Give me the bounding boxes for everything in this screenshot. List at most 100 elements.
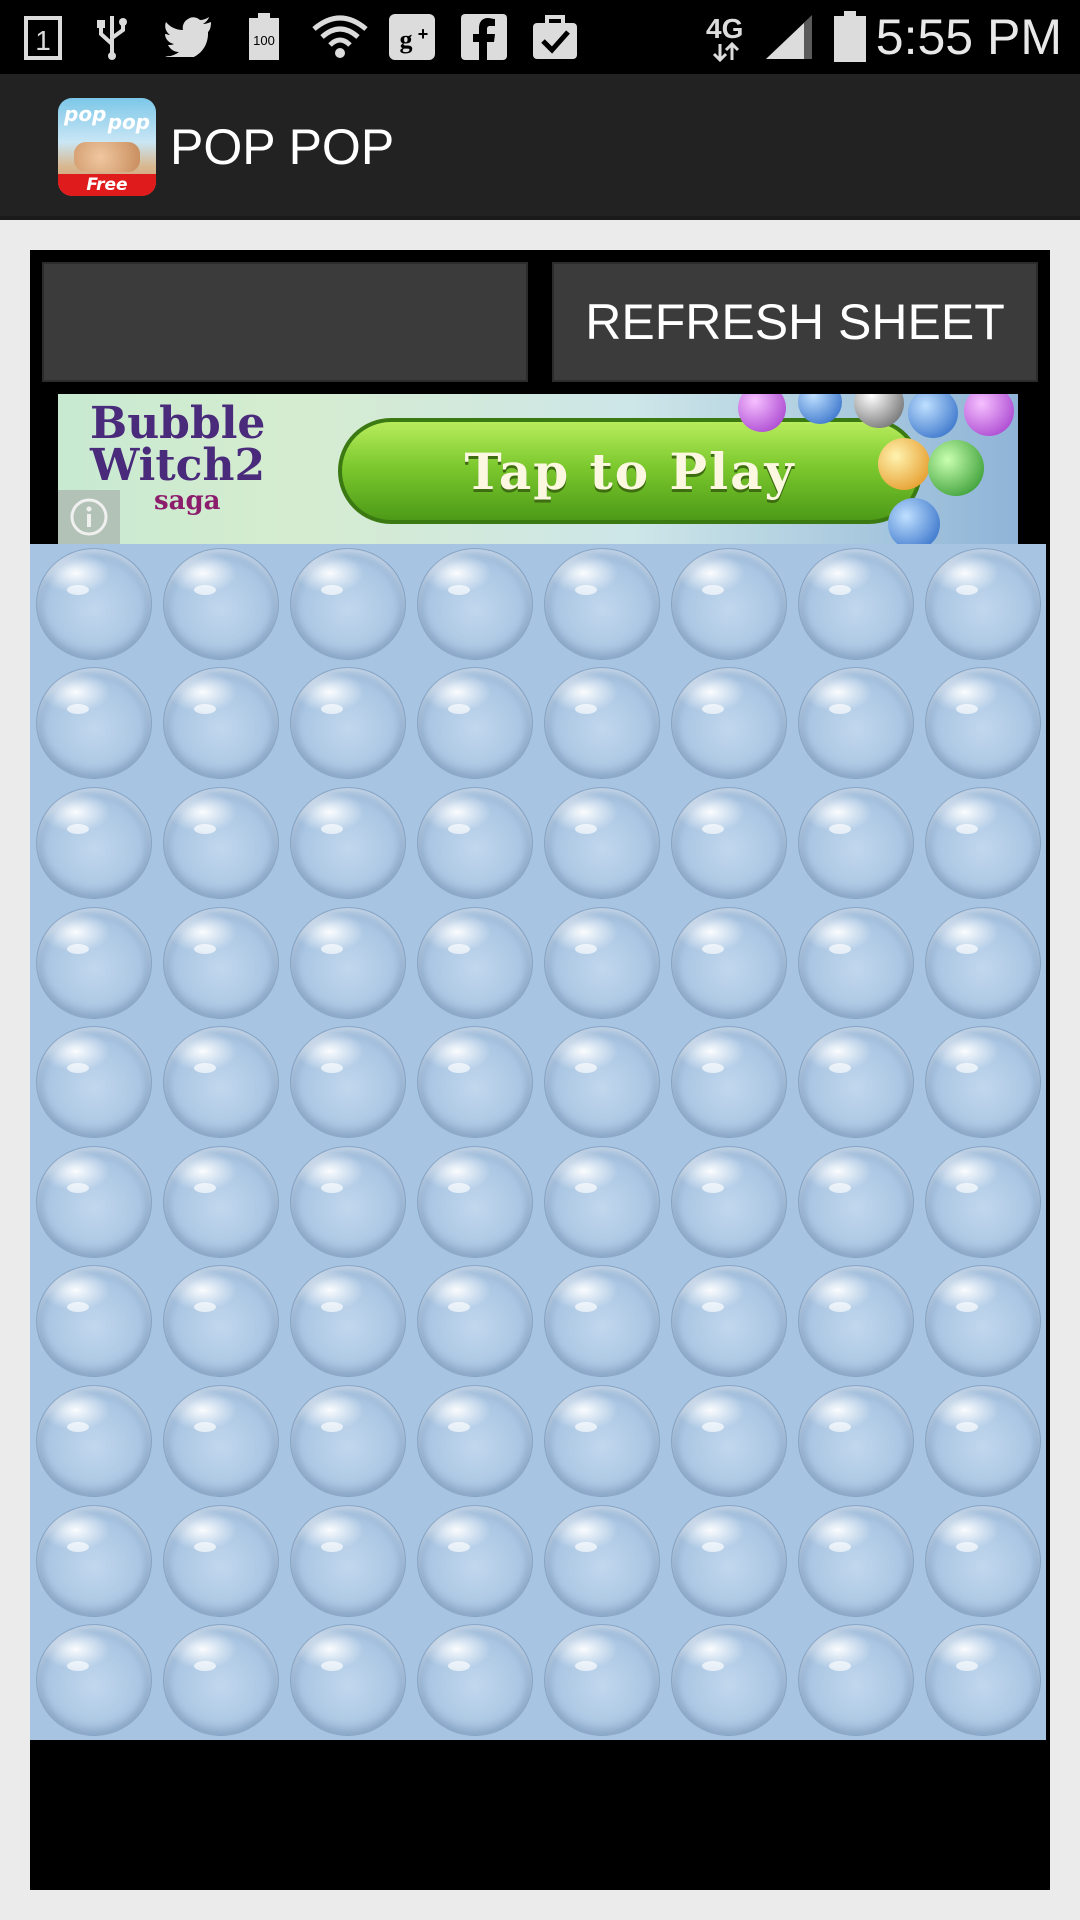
bubble[interactable] — [30, 1022, 157, 1142]
app-icon[interactable]: pop pop Free — [58, 98, 156, 196]
bubble[interactable] — [157, 1381, 284, 1501]
bubble[interactable] — [284, 1501, 411, 1621]
bubble[interactable] — [30, 544, 157, 664]
bubble-orb — [289, 547, 406, 660]
bubble[interactable] — [919, 1142, 1046, 1262]
bubble[interactable] — [30, 1262, 157, 1382]
bubble[interactable] — [284, 544, 411, 664]
bubble[interactable] — [411, 664, 538, 784]
bubble[interactable] — [792, 1620, 919, 1740]
bubble[interactable] — [538, 1501, 665, 1621]
ad-tap-to-play-button[interactable]: Tap to Play — [338, 418, 922, 524]
bubble[interactable] — [919, 544, 1046, 664]
bubble[interactable] — [411, 544, 538, 664]
bubble[interactable] — [284, 1262, 411, 1382]
bubble[interactable] — [792, 1022, 919, 1142]
bubble[interactable] — [284, 1022, 411, 1142]
bubble[interactable] — [157, 1501, 284, 1621]
bubble[interactable] — [411, 1501, 538, 1621]
bubble[interactable] — [919, 1501, 1046, 1621]
bubble[interactable] — [30, 1142, 157, 1262]
action-bar: pop pop Free POP POP — [0, 74, 1080, 220]
bubble[interactable] — [665, 1022, 792, 1142]
bubble[interactable] — [157, 664, 284, 784]
bubble-orb — [797, 1384, 914, 1497]
bubble[interactable] — [284, 1142, 411, 1262]
ad-banner[interactable]: Bubble Witch2 saga Tap to Play — [58, 394, 1018, 544]
bubble[interactable] — [284, 664, 411, 784]
bubble[interactable] — [919, 783, 1046, 903]
bubble[interactable] — [538, 544, 665, 664]
bubble[interactable] — [919, 664, 1046, 784]
bubble[interactable] — [284, 783, 411, 903]
bubble[interactable] — [538, 903, 665, 1023]
bubble[interactable] — [792, 664, 919, 784]
bubble-orb — [162, 786, 279, 899]
bubble[interactable] — [30, 664, 157, 784]
bubble-orb — [35, 1624, 152, 1737]
bubble[interactable] — [30, 903, 157, 1023]
bubble[interactable] — [157, 903, 284, 1023]
bubble[interactable] — [157, 783, 284, 903]
bubble[interactable] — [792, 903, 919, 1023]
bubble-orb — [35, 1145, 152, 1258]
bubble[interactable] — [538, 664, 665, 784]
bubble[interactable] — [665, 664, 792, 784]
bubble[interactable] — [792, 783, 919, 903]
left-button[interactable] — [42, 262, 528, 382]
bubble[interactable] — [157, 1620, 284, 1740]
bubble[interactable] — [411, 1022, 538, 1142]
bubble[interactable] — [538, 1262, 665, 1382]
bubble[interactable] — [157, 1142, 284, 1262]
bubble[interactable] — [538, 1142, 665, 1262]
bubble[interactable] — [411, 1262, 538, 1382]
bubble[interactable] — [792, 1262, 919, 1382]
bubble[interactable] — [665, 903, 792, 1023]
bubble[interactable] — [665, 1501, 792, 1621]
bubble[interactable] — [919, 1620, 1046, 1740]
bubble[interactable] — [30, 783, 157, 903]
bubble-orb — [35, 547, 152, 660]
bubble[interactable] — [157, 1262, 284, 1382]
bubble[interactable] — [665, 783, 792, 903]
bubble[interactable] — [792, 1142, 919, 1262]
bubble-orb — [543, 1265, 660, 1378]
signal-icon — [764, 12, 814, 62]
bubble[interactable] — [538, 1022, 665, 1142]
bubble[interactable] — [30, 1620, 157, 1740]
bubble[interactable] — [665, 1620, 792, 1740]
bubble[interactable] — [538, 1381, 665, 1501]
bubble[interactable] — [792, 1501, 919, 1621]
bubble[interactable] — [919, 1022, 1046, 1142]
bubble[interactable] — [284, 1620, 411, 1740]
bubble[interactable] — [919, 1381, 1046, 1501]
info-icon[interactable] — [58, 490, 120, 544]
bubble-orb — [797, 906, 914, 1019]
refresh-sheet-button[interactable]: REFRESH SHEET — [552, 262, 1038, 382]
bubble[interactable] — [30, 1381, 157, 1501]
bubble[interactable] — [411, 1142, 538, 1262]
bubble[interactable] — [411, 1381, 538, 1501]
bubble[interactable] — [919, 903, 1046, 1023]
bubble[interactable] — [665, 544, 792, 664]
bubble-orb — [670, 667, 787, 780]
bubble[interactable] — [665, 1142, 792, 1262]
wifi-icon — [310, 12, 370, 62]
bubble-orb — [670, 1026, 787, 1139]
bubble[interactable] — [665, 1381, 792, 1501]
bubble[interactable] — [792, 544, 919, 664]
bubble[interactable] — [284, 1381, 411, 1501]
bubble[interactable] — [30, 1501, 157, 1621]
bubble[interactable] — [919, 1262, 1046, 1382]
bubble[interactable] — [411, 783, 538, 903]
bubble[interactable] — [665, 1262, 792, 1382]
bubble[interactable] — [411, 903, 538, 1023]
bubble-orb — [543, 1624, 660, 1737]
bubble[interactable] — [538, 783, 665, 903]
bubble[interactable] — [157, 1022, 284, 1142]
bubble[interactable] — [284, 903, 411, 1023]
bubble[interactable] — [411, 1620, 538, 1740]
bubble[interactable] — [538, 1620, 665, 1740]
bubble[interactable] — [792, 1381, 919, 1501]
bubble[interactable] — [157, 544, 284, 664]
